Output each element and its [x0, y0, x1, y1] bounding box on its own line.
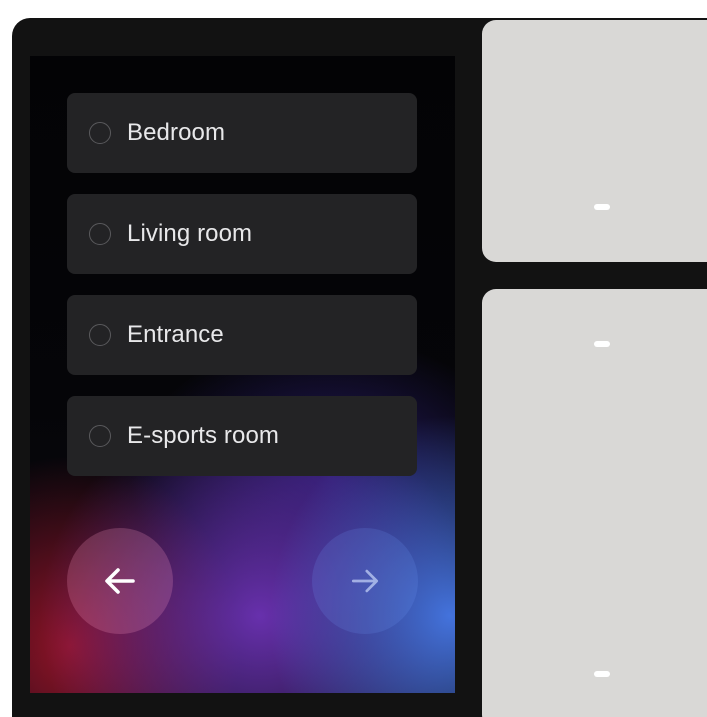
room-label: Entrance — [127, 321, 224, 348]
radio-button[interactable] — [89, 324, 111, 346]
radio-button[interactable] — [89, 122, 111, 144]
room-item-entrance[interactable]: Entrance — [67, 295, 417, 375]
previous-button[interactable] — [67, 528, 173, 634]
touch-screen: Bedroom Living room Entrance E-sports ro… — [30, 56, 455, 693]
arrow-left-icon — [105, 568, 135, 594]
switch-panel-top[interactable] — [482, 20, 707, 262]
switch-panel-bottom[interactable] — [482, 289, 707, 717]
indicator-light — [594, 671, 610, 677]
radio-button[interactable] — [89, 223, 111, 245]
indicator-light — [594, 204, 610, 210]
room-item-living-room[interactable]: Living room — [67, 194, 417, 274]
room-label: Bedroom — [127, 119, 226, 146]
indicator-light — [594, 341, 610, 347]
smart-panel-device: Bedroom Living room Entrance E-sports ro… — [0, 0, 707, 717]
arrow-right-icon — [351, 569, 379, 593]
room-item-bedroom[interactable]: Bedroom — [67, 93, 417, 173]
radio-button[interactable] — [89, 425, 111, 447]
room-item-e-sports-room[interactable]: E-sports room — [67, 396, 417, 476]
room-label: Living room — [127, 220, 253, 247]
room-label: E-sports room — [127, 422, 280, 449]
room-list: Bedroom Living room Entrance E-sports ro… — [67, 93, 417, 497]
next-button[interactable] — [312, 528, 418, 634]
